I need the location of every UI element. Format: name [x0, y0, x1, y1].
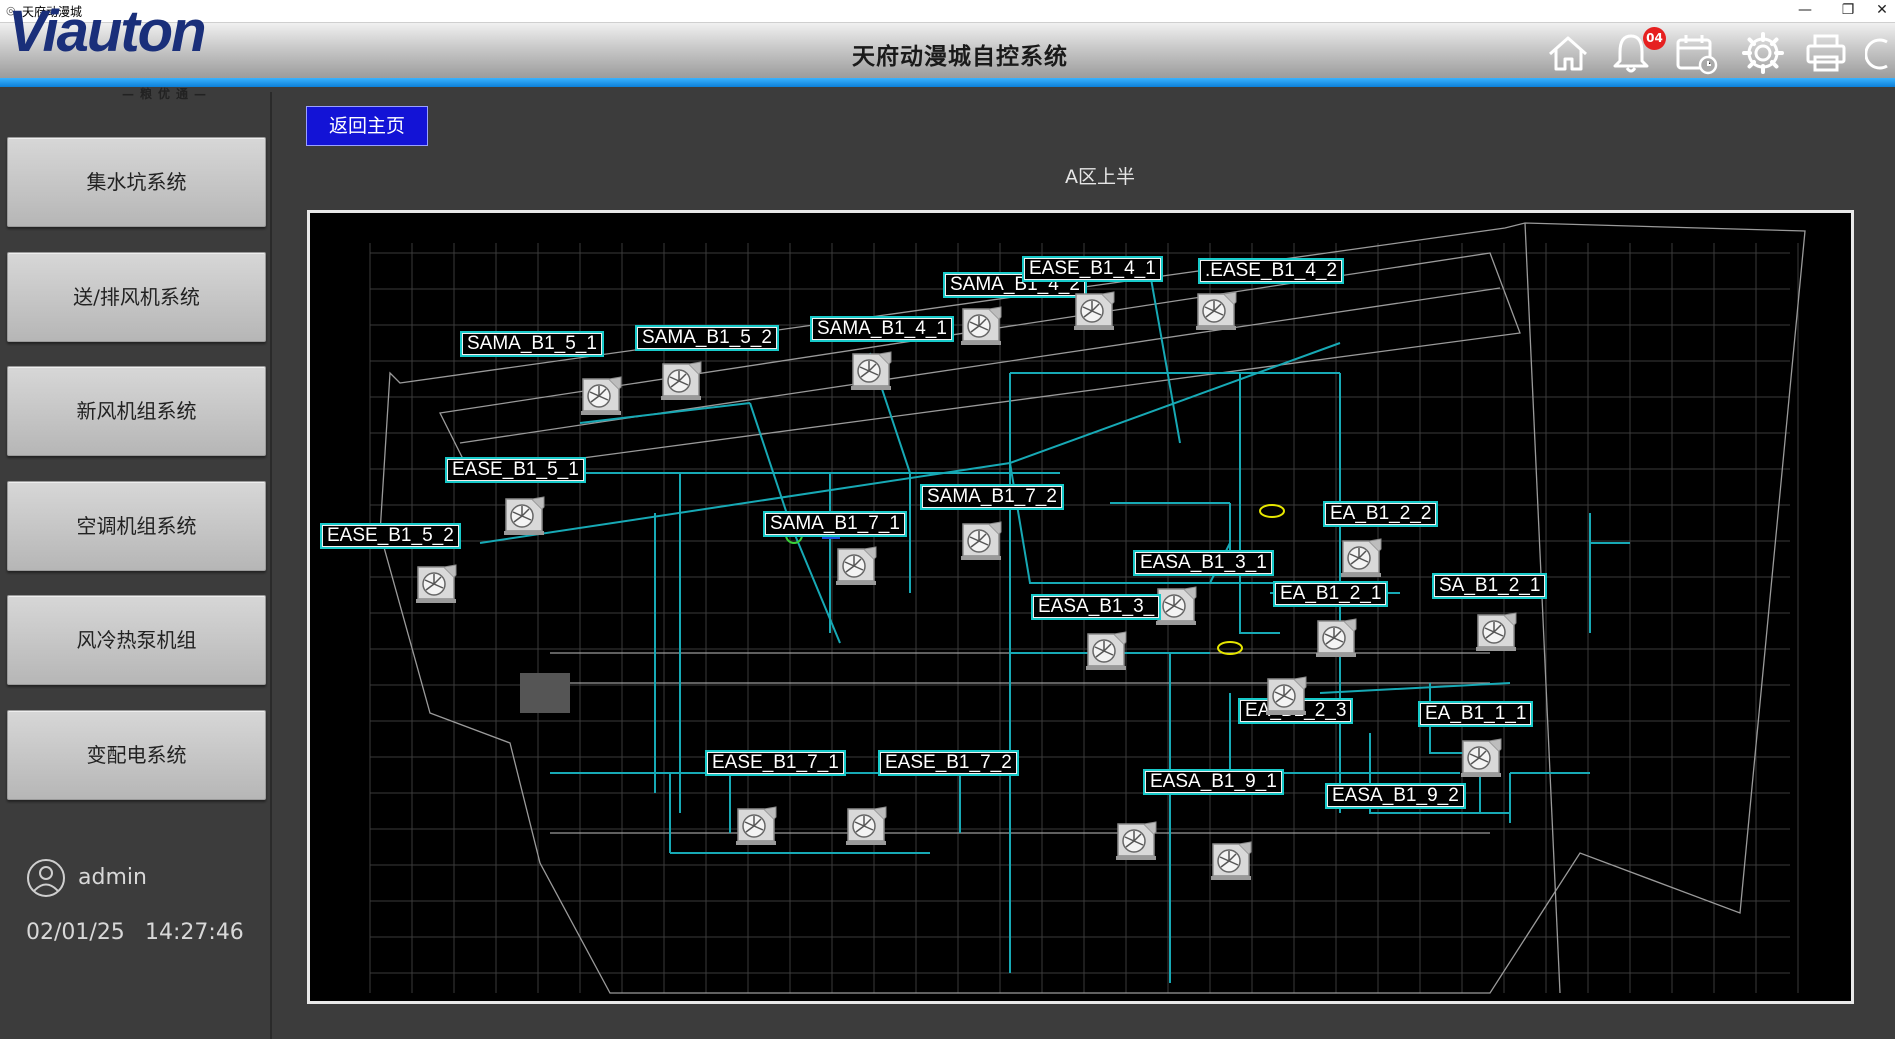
- logo-subtitle: —粮优通—: [122, 87, 213, 101]
- fan-unit-icon[interactable]: [1068, 288, 1118, 332]
- viauton-logo: Viauton: [2, 0, 252, 78]
- fan-label-12[interactable]: EASA_B1_3_: [1031, 594, 1162, 620]
- fan-label-2[interactable]: SAMA_B1_4_1: [810, 316, 954, 342]
- fan-unit-icon[interactable]: [575, 373, 625, 417]
- minimize-icon[interactable]: —: [1785, 0, 1825, 22]
- fan-unit-icon[interactable]: [1205, 838, 1255, 882]
- fan-label-6[interactable]: EASE_B1_5_1: [445, 457, 586, 483]
- fan-label-20[interactable]: EASA_B1_9_2: [1325, 783, 1466, 809]
- calendar-icon[interactable]: [1673, 30, 1719, 76]
- fan-label-11[interactable]: EASA_B1_3_1: [1133, 550, 1274, 576]
- fan-unit-icon[interactable]: [955, 518, 1005, 562]
- fan-label-14[interactable]: SA_B1_2_1: [1432, 573, 1548, 599]
- fan-unit-icon[interactable]: [955, 303, 1005, 347]
- user-avatar-icon: [27, 859, 65, 897]
- sidebar-divider: [270, 92, 272, 1039]
- fan-unit-icon[interactable]: [1455, 735, 1505, 779]
- fan-unit-icon[interactable]: [1260, 673, 1310, 717]
- current-time: 14:27:46: [145, 920, 244, 945]
- fan-label-13[interactable]: EA_B1_2_1: [1273, 581, 1389, 607]
- nav-fresh-air-unit-system[interactable]: 新风机组系统: [7, 366, 266, 456]
- fan-unit-icon[interactable]: [840, 803, 890, 847]
- duct-lines: [479, 272, 1630, 983]
- nav-air-cooled-heat-pump[interactable]: 风冷热泵机组: [7, 595, 266, 685]
- fan-unit-icon[interactable]: [730, 803, 780, 847]
- nav-supply-exhaust-fan-system[interactable]: 送/排风机系统: [7, 252, 266, 342]
- fan-label-9[interactable]: SAMA_B1_7_2: [920, 484, 1064, 510]
- alarm-count-badge: 04: [1643, 27, 1666, 50]
- nav-power-distribution-system[interactable]: 变配电系统: [7, 710, 266, 800]
- fan-label-1[interactable]: SAMA_B1_5_2: [635, 325, 779, 351]
- fan-label-0[interactable]: SAMA_B1_5_1: [460, 331, 604, 357]
- home-icon[interactable]: [1545, 30, 1591, 76]
- fan-unit-icon[interactable]: [1080, 628, 1130, 672]
- back-to-home-button[interactable]: 返回主页: [306, 106, 428, 146]
- fan-unit-icon[interactable]: [1310, 615, 1360, 659]
- fan-label-10[interactable]: EA_B1_2_2: [1323, 501, 1439, 527]
- fan-label-7[interactable]: EASE_B1_5_2: [320, 523, 461, 549]
- fan-label-5[interactable]: .EASE_B1_4_2: [1198, 258, 1345, 284]
- username: admin: [78, 865, 147, 890]
- window-titlebar: ◎ 天府动漫城 — ❐ ✕: [0, 0, 1895, 23]
- fan-unit-icon[interactable]: [830, 543, 880, 587]
- fan-unit-icon[interactable]: [410, 561, 460, 605]
- logo-text: Viauton: [8, 0, 207, 64]
- fan-unit-icon[interactable]: [498, 493, 548, 537]
- fan-label-16[interactable]: EA_B1_1_1: [1418, 701, 1534, 727]
- floor-plan-map: SAMA_B1_5_1 SAMA_B1_5_2 SAMA_B1_4_1 SAMA_B1…: [307, 210, 1854, 1004]
- header-accent-stripe: [0, 78, 1895, 87]
- fan-label-8[interactable]: SAMA_B1_7_1: [763, 511, 907, 537]
- fan-label-19[interactable]: EASA_B1_9_1: [1143, 769, 1284, 795]
- settings-gear-icon[interactable]: [1740, 30, 1786, 76]
- zone-title: A区上半: [1065, 166, 1135, 188]
- fan-label-4[interactable]: EASE_B1_4_1: [1022, 256, 1163, 282]
- fan-label-17[interactable]: EASE_B1_7_1: [705, 750, 846, 776]
- nav-air-handling-unit-system[interactable]: 空调机组系统: [7, 481, 266, 571]
- nav-sump-pit-system[interactable]: 集水坑系统: [7, 137, 266, 227]
- fan-unit-icon[interactable]: [1110, 818, 1160, 862]
- close-icon[interactable]: ✕: [1862, 0, 1895, 22]
- fan-unit-icon[interactable]: [1190, 288, 1240, 332]
- current-date: 02/01/25: [26, 920, 125, 945]
- printer-icon[interactable]: [1803, 30, 1849, 76]
- fan-unit-icon[interactable]: [845, 348, 895, 392]
- fan-unit-icon[interactable]: [1470, 609, 1520, 653]
- fan-unit-icon[interactable]: [655, 358, 705, 402]
- power-icon[interactable]: [1865, 30, 1895, 76]
- fan-label-18[interactable]: EASE_B1_7_2: [878, 750, 1019, 776]
- fan-unit-icon[interactable]: [1335, 535, 1385, 579]
